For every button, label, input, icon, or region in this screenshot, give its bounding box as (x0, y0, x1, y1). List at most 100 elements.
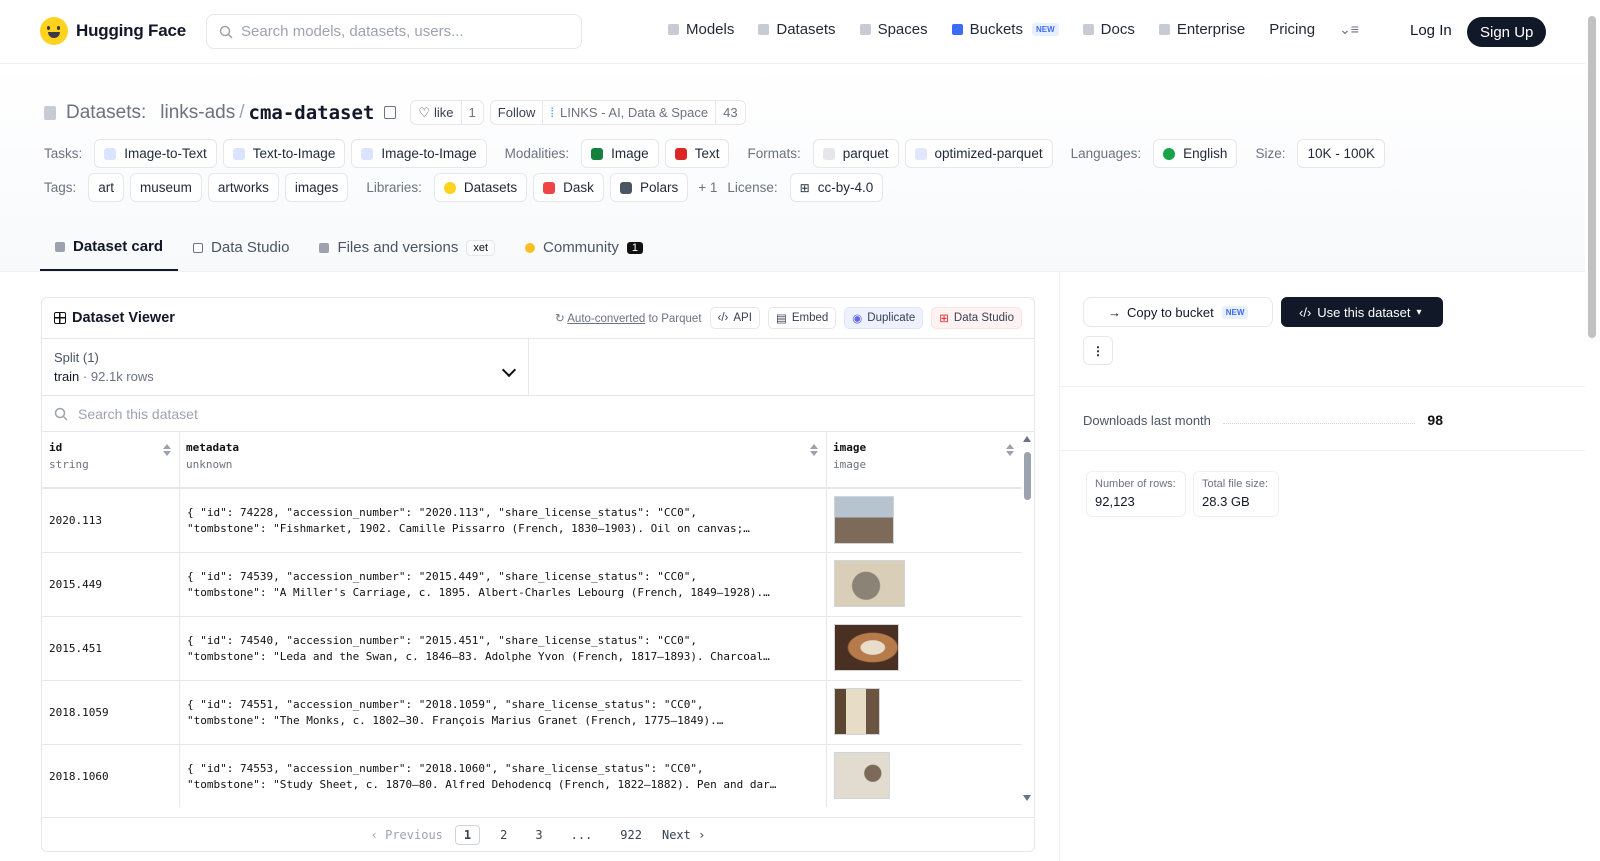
dataset-search-input[interactable] (78, 405, 878, 422)
table-row[interactable]: 2018.1060 { "id": 74553, "accession_numb… (42, 745, 1022, 807)
task-tag[interactable]: Image-to-Image (351, 139, 487, 168)
nav-docs[interactable]: Docs (1082, 21, 1135, 38)
tab-label: Files and versions (337, 239, 459, 256)
license-tag[interactable]: ⊞ cc-by-4.0 (789, 173, 884, 202)
format-tag[interactable]: parquet (812, 139, 899, 168)
login-link[interactable]: Log In (1410, 22, 1452, 39)
table-scrollbar[interactable] (1020, 432, 1034, 807)
next-page-button[interactable]: Next › (662, 828, 705, 842)
artwork-thumbnail[interactable] (834, 688, 880, 735)
library-tag[interactable]: Polars (609, 173, 689, 202)
sort-icon[interactable] (163, 444, 171, 456)
format-tag[interactable]: optimized-parquet (904, 139, 1053, 168)
task-tag[interactable]: Text-to-Image (222, 139, 346, 168)
nav-datasets[interactable]: Datasets (758, 21, 836, 38)
tab-dataset-card[interactable]: Dataset card (40, 224, 179, 271)
header-divider (0, 271, 1585, 272)
table-row[interactable]: 2018.1059 { "id": 74551, "accession_numb… (42, 681, 1022, 745)
size-tag[interactable]: 10K - 100K (1297, 139, 1385, 168)
artwork-thumbnail[interactable] (834, 560, 905, 607)
nav-spaces[interactable]: Spaces (859, 21, 928, 38)
scroll-down-icon[interactable] (1023, 795, 1031, 801)
column-header-image[interactable]: image image (826, 432, 1022, 489)
use-dataset-label: Use this dataset (1317, 304, 1411, 320)
copy-to-bucket-button[interactable]: → Copy to bucket NEW (1083, 297, 1273, 327)
license-label: License: (727, 180, 778, 195)
split-selector[interactable]: Split (1) train · 92.1k rows (42, 339, 529, 395)
text-icon (674, 147, 687, 160)
table-row[interactable]: 2015.451 { "id": 74540, "accession_numbe… (42, 617, 1022, 681)
language-tag[interactable]: English (1153, 139, 1238, 168)
more-libraries[interactable]: + 1 (698, 180, 717, 195)
artwork-thumbnail[interactable] (834, 496, 894, 544)
nav-pricing[interactable]: Pricing (1269, 21, 1315, 38)
cell-metadata: { "id": 74551, "accession_number": "2018… (187, 697, 827, 729)
like-button[interactable]: ♡ like 1 (410, 100, 484, 125)
table-row[interactable]: 2020.113 { "id": 74228, "accession_numbe… (42, 489, 1022, 553)
modality-tag[interactable]: Text (664, 139, 730, 168)
previous-page-button[interactable]: ‹ Previous (371, 828, 443, 842)
tag-chip[interactable]: art (88, 173, 125, 202)
dataset-search[interactable] (42, 396, 1034, 432)
task-tag[interactable]: Image-to-Text (94, 139, 217, 168)
modality-tag[interactable]: Image (581, 139, 659, 168)
org-link[interactable]: links-ads (160, 102, 235, 124)
use-this-dataset-button[interactable]: ‹/› Use this dataset ▾ (1281, 297, 1443, 327)
table-row[interactable]: 2015.449 { "id": 74539, "accession_numbe… (42, 553, 1022, 617)
column-type: image (833, 458, 867, 471)
column-header-id[interactable]: id string (42, 432, 179, 489)
cube-icon (55, 241, 65, 252)
dataset-name[interactable]: cma-dataset (249, 102, 375, 124)
chevron-down-icon: ▾ (1416, 306, 1422, 318)
tab-community[interactable]: Community 1 (510, 224, 658, 271)
metadata-line: "tombstone": "A Miller's Carriage, c. 18… (187, 586, 770, 599)
page-button[interactable]: 1 (454, 824, 481, 845)
library-tag[interactable]: Dask (533, 173, 604, 202)
global-search[interactable] (206, 14, 582, 49)
sort-icon[interactable] (1006, 444, 1014, 456)
brand-name: Hugging Face (76, 21, 186, 40)
section-label[interactable]: Datasets: (66, 102, 146, 124)
page-scrollbar[interactable] (1585, 0, 1600, 861)
tag-chip[interactable]: images (284, 173, 349, 202)
nav-buckets[interactable]: Buckets NEW (951, 21, 1059, 38)
page-button[interactable]: 922 (612, 826, 650, 844)
more-menu-icon[interactable]: ⌄≡ (1339, 21, 1359, 38)
global-search-input[interactable] (241, 23, 561, 40)
split-rows: 92.1k rows (90, 369, 154, 384)
page-button[interactable]: 3 (527, 826, 550, 844)
copy-icon[interactable] (384, 106, 397, 119)
scrollbar-thumb[interactable] (1024, 452, 1031, 500)
scroll-up-icon[interactable] (1023, 436, 1031, 442)
metadata-line: { "id": 74539, "accession_number": "2015… (187, 570, 697, 583)
column-header-metadata[interactable]: metadata unknown (179, 432, 826, 489)
tab-files-and-versions[interactable]: Files and versions xet (304, 224, 510, 271)
duplicate-button[interactable]: ◉ Duplicate (844, 307, 924, 329)
license-icon: ⊞ (799, 180, 810, 195)
sort-icon[interactable] (810, 444, 818, 456)
nav-enterprise[interactable]: Enterprise (1158, 21, 1245, 38)
brand-logo[interactable]: Hugging Face (40, 17, 186, 45)
more-options-button[interactable]: ⋮ (1083, 336, 1113, 365)
split-name: train (54, 369, 80, 384)
auto-converted-link[interactable]: Auto-converted (567, 313, 645, 325)
tag-chip[interactable]: museum (130, 173, 202, 202)
data-studio-button[interactable]: ⊞ Data Studio (931, 307, 1022, 329)
search-icon (54, 407, 68, 421)
follow-count: 43 (715, 101, 744, 124)
tab-data-studio[interactable]: Data Studio (178, 224, 304, 271)
library-tag[interactable]: Datasets (433, 173, 528, 202)
artwork-thumbnail[interactable] (834, 752, 890, 799)
api-button[interactable]: ‹/› API (709, 307, 760, 329)
signup-button[interactable]: Sign Up (1467, 17, 1547, 47)
scrollbar-thumb[interactable] (1588, 16, 1596, 338)
breadcrumb: Datasets: links-ads / cma-dataset ♡ like … (44, 100, 746, 125)
nav-pricing-label: Pricing (1269, 21, 1316, 38)
artwork-thumbnail[interactable] (834, 624, 899, 671)
embed-button[interactable]: ▤ Embed (767, 307, 837, 329)
nav-models[interactable]: Models (668, 21, 734, 38)
metadata-line: { "id": 74551, "accession_number": "2018… (187, 698, 704, 711)
follow-button[interactable]: Follow ⁞ LINKS - AI, Data & Space 43 (489, 100, 746, 125)
page-button[interactable]: 2 (492, 826, 515, 844)
tag-chip[interactable]: artworks (207, 173, 279, 202)
